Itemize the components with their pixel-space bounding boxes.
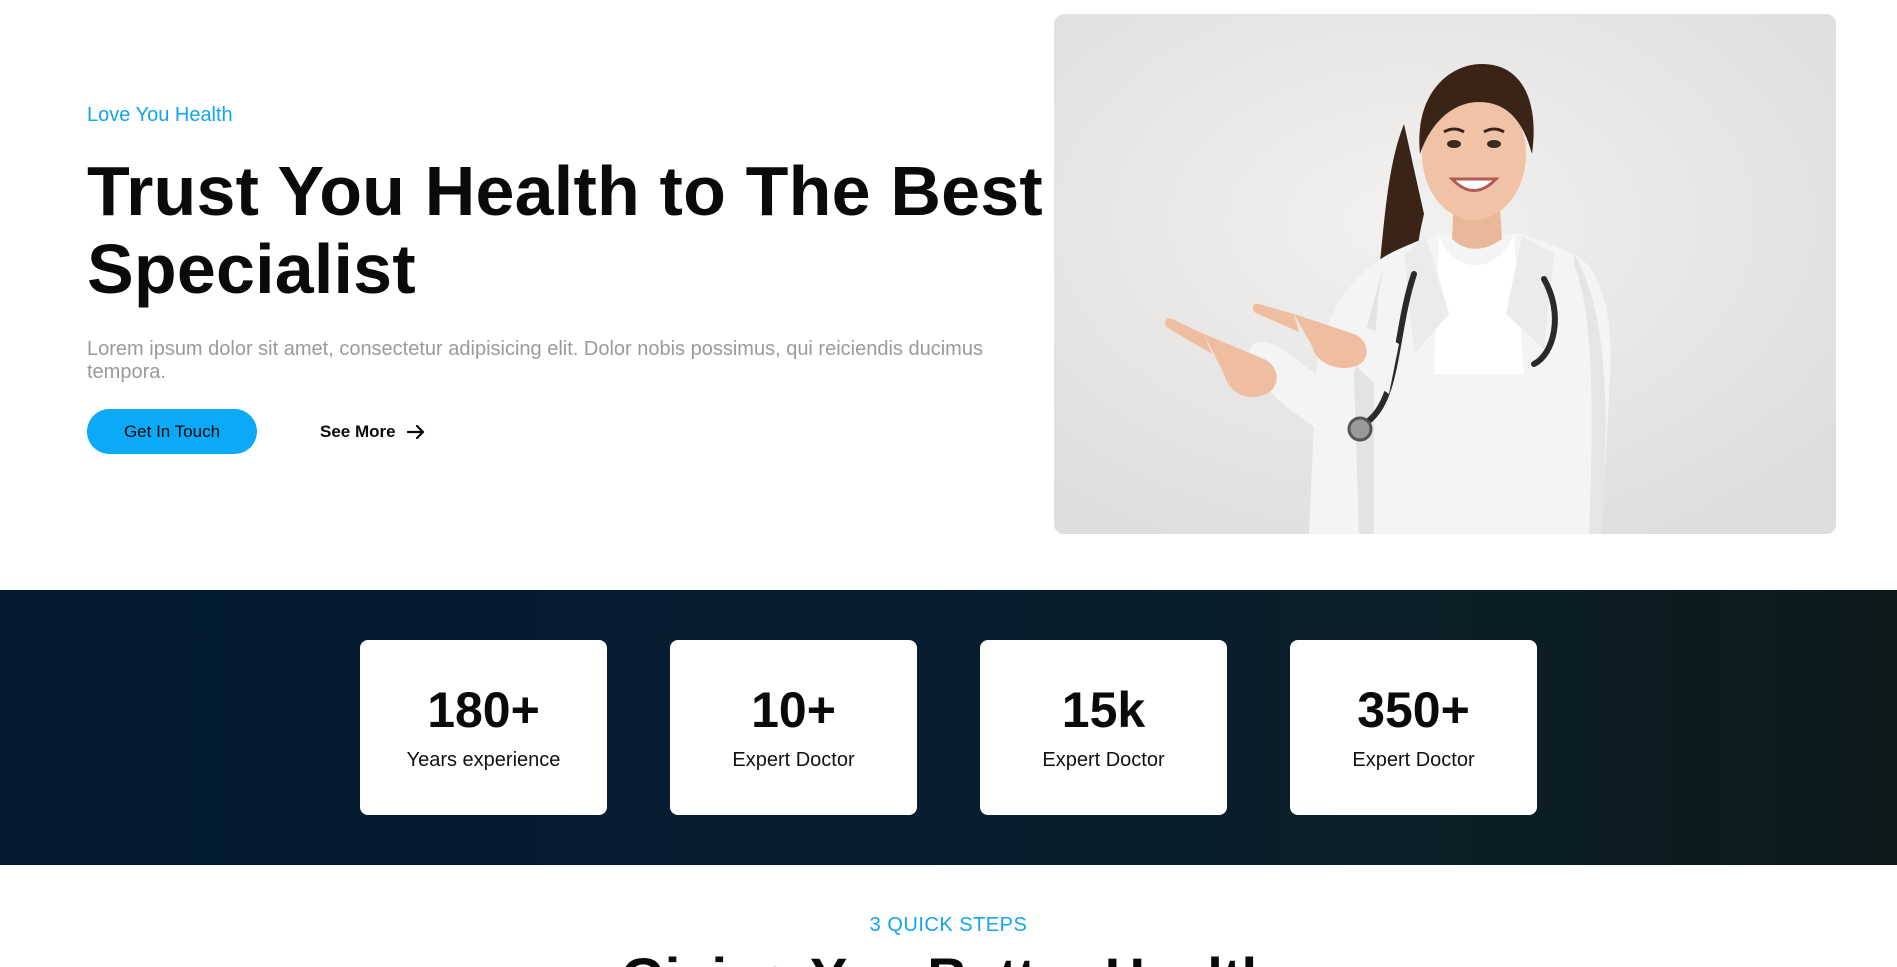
hero-text: Love You Health Trust You Health to The … xyxy=(87,100,1047,454)
doctor-image xyxy=(1054,14,1836,534)
stat-card: 350+ Expert Doctor xyxy=(1290,640,1537,815)
hero-description: Lorem ipsum dolor sit amet, consectetur … xyxy=(87,338,983,383)
hero-eyebrow: Love You Health xyxy=(87,104,233,126)
stat-card: 180+ Years experience xyxy=(360,640,607,815)
steps-eyebrow: 3 QUICK STEPS xyxy=(869,914,1028,936)
get-in-touch-button[interactable]: Get In Touch xyxy=(87,409,257,454)
see-more-link[interactable]: See More xyxy=(320,422,426,442)
stat-value: 180+ xyxy=(427,682,540,738)
arrow-right-icon xyxy=(406,424,424,439)
hero-title: Trust You Health to The Best Specialist xyxy=(87,152,1043,308)
stat-label: Expert Doctor xyxy=(1042,749,1165,771)
stat-value: 10+ xyxy=(751,682,836,738)
stats-band: 180+ Years experience 10+ Expert Doctor … xyxy=(0,590,1897,865)
stat-label: Expert Doctor xyxy=(1352,749,1475,771)
page: Love You Health Trust You Health to The … xyxy=(0,0,1897,967)
see-more-label: See More xyxy=(320,421,396,441)
stat-value: 15k xyxy=(1061,682,1146,738)
doctor-illustration xyxy=(1054,14,1836,534)
stat-label: Years experience xyxy=(406,749,561,771)
hero-actions: Get In Touch See More xyxy=(87,409,1047,454)
stat-card: 15k Expert Doctor xyxy=(980,640,1227,815)
stat-label: Expert Doctor xyxy=(732,749,855,771)
stat-card: 10+ Expert Doctor xyxy=(670,640,917,815)
stat-value: 350+ xyxy=(1357,682,1470,738)
steps-title: Giving You Better Health xyxy=(0,948,1897,967)
